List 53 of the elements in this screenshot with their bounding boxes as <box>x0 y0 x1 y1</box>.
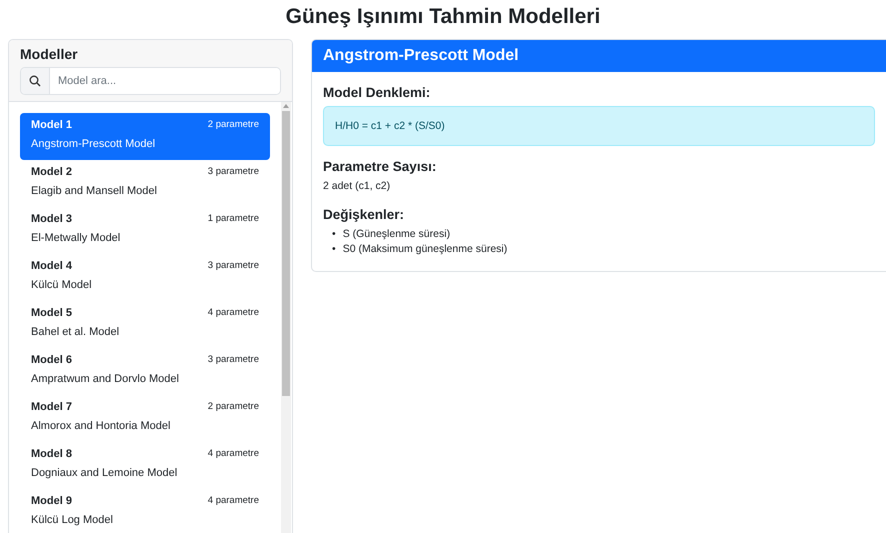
card-title: Angstrom-Prescott Model <box>312 40 886 72</box>
parameter-count: 2 parametre <box>208 119 259 131</box>
parameter-count: 4 parametre <box>208 495 259 507</box>
scrollbar-thumb[interactable] <box>282 111 290 396</box>
model-name: Angstrom-Prescott Model <box>31 138 156 150</box>
model-item[interactable]: Model 6 3 parametre Ampratwum and Dorvlo Model <box>20 348 270 395</box>
search-icon <box>29 75 41 87</box>
parameter-count: 4 parametre <box>208 448 259 460</box>
variable-item: S0 (Maksimum güneşlenme süresi) <box>342 243 508 255</box>
model-number: Model 7 <box>31 401 72 413</box>
variable-item: S (Güneşlenme süresi) <box>342 228 450 240</box>
equation-box: H/H0 = c1 + c2 * (S/S0) <box>323 106 875 146</box>
model-name: El-Metwally Model <box>31 232 122 244</box>
scroll-up-icon[interactable] <box>283 104 289 108</box>
section-heading: Model Denklemi: <box>323 85 432 100</box>
model-item[interactable]: Model 2 3 parametre Elagib and Mansell Model <box>20 160 270 207</box>
model-name: Almorox and Hontoria Model <box>31 420 172 432</box>
section-text: 2 adet (c1, c2) <box>323 180 392 192</box>
page-title: Güneş Işınımı Tahmin Modelleri <box>284 4 602 30</box>
bullet: • <box>332 243 336 255</box>
model-item[interactable]: Model 8 4 parametre Dogniaux and Lemoine Model <box>20 442 270 489</box>
model-name: Elagib and Mansell Model <box>31 185 158 197</box>
bullet: • <box>332 228 336 240</box>
sidebar-title: Modeller <box>20 46 79 62</box>
model-number: Model 2 <box>31 166 72 178</box>
section-heading: Parametre Sayısı: <box>323 159 438 174</box>
model-item[interactable]: Model 4 3 parametre Külcü Model <box>20 254 270 301</box>
parameter-count: 3 parametre <box>208 260 259 272</box>
model-number: Model 9 <box>31 495 72 507</box>
model-number: Model 3 <box>31 213 72 225</box>
model-name: Bahel et al. Model <box>31 326 120 338</box>
model-name: Ampratwum and Dorvlo Model <box>31 373 180 385</box>
parameter-count: 3 parametre <box>208 354 259 366</box>
parameter-count: 4 parametre <box>208 307 259 319</box>
model-item[interactable]: Model 1 2 parametre Angstrom-Prescott Model <box>20 113 270 160</box>
section-heading: Değişkenler: <box>323 207 406 222</box>
search-field[interactable]: Model ara... <box>20 67 281 95</box>
model-item[interactable]: Model 3 1 parametre El-Metwally Model <box>20 207 270 254</box>
model-number: Model 8 <box>31 448 72 460</box>
model-number: Model 6 <box>31 354 72 366</box>
model-number: Model 5 <box>31 307 72 319</box>
model-number: Model 1 <box>31 119 72 131</box>
model-item[interactable]: Model 7 2 parametre Almorox and Hontoria Model <box>20 395 270 442</box>
parameter-count: 2 parametre <box>208 401 259 413</box>
parameter-count: 3 parametre <box>208 166 259 178</box>
model-item[interactable]: Model 9 4 parametre Külcü Log Model <box>20 489 270 533</box>
model-name: Dogniaux and Lemoine Model <box>31 467 178 479</box>
scrollbar[interactable] <box>281 102 291 533</box>
model-number: Model 4 <box>31 260 72 272</box>
model-name: Külcü Model <box>31 279 93 291</box>
model-name: Külcü Log Model <box>31 514 114 526</box>
parameter-count: 1 parametre <box>208 213 259 225</box>
model-item[interactable]: Model 5 4 parametre Bahel et al. Model <box>20 301 270 348</box>
